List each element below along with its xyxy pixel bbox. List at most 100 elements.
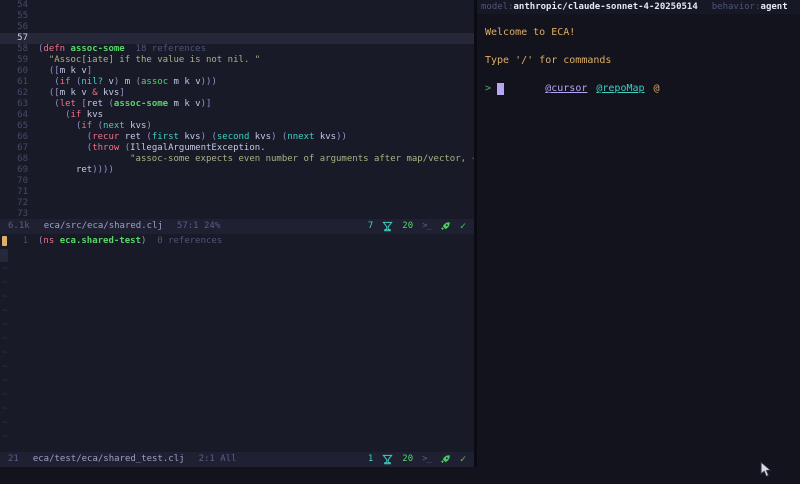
jobs-count: 20	[402, 221, 414, 231]
code-line[interactable]: 64 (if kvs	[0, 110, 474, 121]
empty-buffer-line: ~	[2, 404, 8, 414]
file-path: eca/src/eca/shared.clj	[43, 221, 163, 231]
context-mentions: @cursor @repoMap @	[485, 68, 792, 94]
mention-cursor[interactable]: @cursor	[545, 83, 587, 94]
code-line[interactable]: 60 ([m k v]	[0, 66, 474, 77]
mention-repomap[interactable]: @repoMap	[596, 83, 644, 94]
line-number: 61	[17, 77, 28, 87]
model-info: model:anthropic/claude-sonnet-4-20250514	[481, 0, 698, 14]
diagnostics-ok-icon: ✓	[459, 221, 466, 232]
empty-buffer-line: ~	[2, 250, 8, 260]
code-line[interactable]: 70	[0, 176, 474, 187]
cursor-position: 57:1 24%	[176, 221, 221, 231]
line-number: 65	[17, 121, 28, 131]
line-number: 69	[17, 165, 28, 175]
code-line[interactable]: 59 "Assoc[iate] if the value is not nil.…	[0, 55, 474, 66]
jobs-count: 20	[402, 454, 414, 464]
welcome-message: Welcome to ECA!	[485, 27, 576, 38]
code-line[interactable]: 61 (if (nil? v) m (assoc m k v)))	[0, 77, 474, 88]
behavior-info: behavior:agent	[712, 0, 788, 14]
line-number: 68	[17, 154, 28, 164]
code-text: "Assoc[iate] if the value is not nil. "	[38, 55, 261, 65]
empty-buffer-line: ~	[2, 348, 8, 358]
cursor-position: 2:1 All	[198, 454, 237, 464]
empty-buffer-line: ~	[2, 418, 8, 428]
line-number: 57	[17, 33, 28, 43]
code-line[interactable]: 63 (let [ret (assoc-some m k v)]	[0, 99, 474, 110]
code-line[interactable]: 54	[0, 0, 474, 11]
line-number: 58	[17, 44, 28, 54]
text-cursor	[497, 83, 505, 95]
repl-count: 7	[367, 221, 374, 231]
empty-buffer-line: ~	[2, 362, 8, 372]
line-number: 54	[17, 0, 28, 10]
commands-hint: Type '/' for commands	[485, 55, 612, 66]
code-line[interactable]: 73	[0, 209, 474, 219]
empty-buffer-line: ~	[2, 292, 8, 302]
prompt-symbol: >	[485, 83, 492, 94]
statusline-right: 7 20 >_ ✓	[368, 219, 466, 234]
line-number: 71	[17, 187, 28, 197]
editor-window-shared-clj[interactable]: 54 55 56 57 58 (defn assoc-some 18 references…	[0, 0, 474, 219]
rocket-icon	[440, 455, 450, 464]
command-line[interactable]	[0, 467, 800, 484]
behavior-value: agent	[760, 2, 788, 12]
statusline-shared-clj: 6.1k eca/src/eca/shared.clj 57:1 24% 7 2…	[0, 219, 474, 234]
line-number: 62	[17, 88, 28, 98]
code-text: (recur ret (first kvs) (second kvs) (nne…	[86, 132, 347, 142]
code-line[interactable]: 55	[0, 11, 474, 22]
code-line[interactable]: 68 "assoc-some expects even number of ar…	[0, 154, 474, 165]
code-text: (throw (IllegalArgumentException.	[86, 143, 266, 153]
statusline-right: 1 20 >_ ✓	[368, 452, 466, 467]
line-number: 60	[17, 66, 28, 76]
git-sign	[2, 236, 7, 246]
statusline-shared-test-clj: 21 eca/test/eca/shared_test.clj 2:1 All …	[0, 452, 474, 467]
martini-glass-icon	[382, 454, 393, 465]
mention-add[interactable]: @	[654, 83, 660, 94]
main-layout: 54 55 56 57 58 (defn assoc-some 18 references…	[0, 0, 800, 467]
terminal-icon: >_	[422, 454, 432, 464]
editor-column: 54 55 56 57 58 (defn assoc-some 18 references…	[0, 0, 474, 467]
code-text: "assoc-some expects even number of argum…	[38, 154, 474, 164]
code-line[interactable]: 58 (defn assoc-some 18 references	[0, 44, 474, 55]
eca-chat-panel: model:anthropic/claude-sonnet-4-20250514…	[477, 0, 800, 467]
code-text: (ns eca.shared-test) 0 references	[38, 236, 223, 246]
model-value: anthropic/claude-sonnet-4-20250514	[513, 2, 698, 12]
empty-buffer-line: ~	[2, 390, 8, 400]
code-line[interactable]: 72	[0, 198, 474, 209]
code-line[interactable]: 65 (if (next kvs)	[0, 121, 474, 132]
martini-glass-icon	[382, 221, 393, 232]
code-line[interactable]: 67 (throw (IllegalArgumentException.	[0, 143, 474, 154]
code-line[interactable]: 66 (recur ret (first kvs) (second kvs) (…	[0, 132, 474, 143]
empty-buffer-line: ~	[2, 278, 8, 288]
diagnostics-ok-icon: ✓	[459, 454, 466, 465]
line-number: 63	[17, 99, 28, 109]
code-line[interactable]: 56	[0, 22, 474, 33]
rocket-icon	[440, 222, 450, 231]
line-number: 73	[17, 209, 28, 219]
line-number: 56	[17, 22, 28, 32]
code-line[interactable]: 71	[0, 187, 474, 198]
buffer-size: 6.1k	[8, 221, 30, 231]
line-number: 72	[17, 198, 28, 208]
code-line[interactable]: 69 ret))))	[0, 165, 474, 176]
line-number: 70	[17, 176, 28, 186]
empty-buffer-line: ~	[2, 320, 8, 330]
line-number: 67	[17, 143, 28, 153]
line-number: 55	[17, 11, 28, 21]
code-line[interactable]: 57	[0, 33, 474, 44]
line-number: 59	[17, 55, 28, 65]
code-line[interactable]: 1 (ns eca.shared-test) 0 references	[0, 234, 474, 248]
empty-buffer-line: ~	[2, 264, 8, 274]
terminal-icon: >_	[422, 221, 432, 231]
empty-buffer-line: ~	[2, 432, 8, 442]
code-text: (let [ret (assoc-some m k v)]	[54, 99, 212, 109]
model-label: model:	[481, 2, 514, 12]
code-text: ret))))	[75, 165, 114, 175]
code-text: ([m k v]	[48, 66, 93, 76]
editor-window-shared-test-clj[interactable]: 1 (ns eca.shared-test) 0 references ~ ~ ~ ~ ~ ~…	[0, 234, 474, 452]
code-line[interactable]: 62 ([m k v & kvs]	[0, 88, 474, 99]
empty-buffer-line: ~	[2, 306, 8, 316]
neovim-screen: 54 55 56 57 58 (defn assoc-some 18 references…	[0, 0, 800, 484]
